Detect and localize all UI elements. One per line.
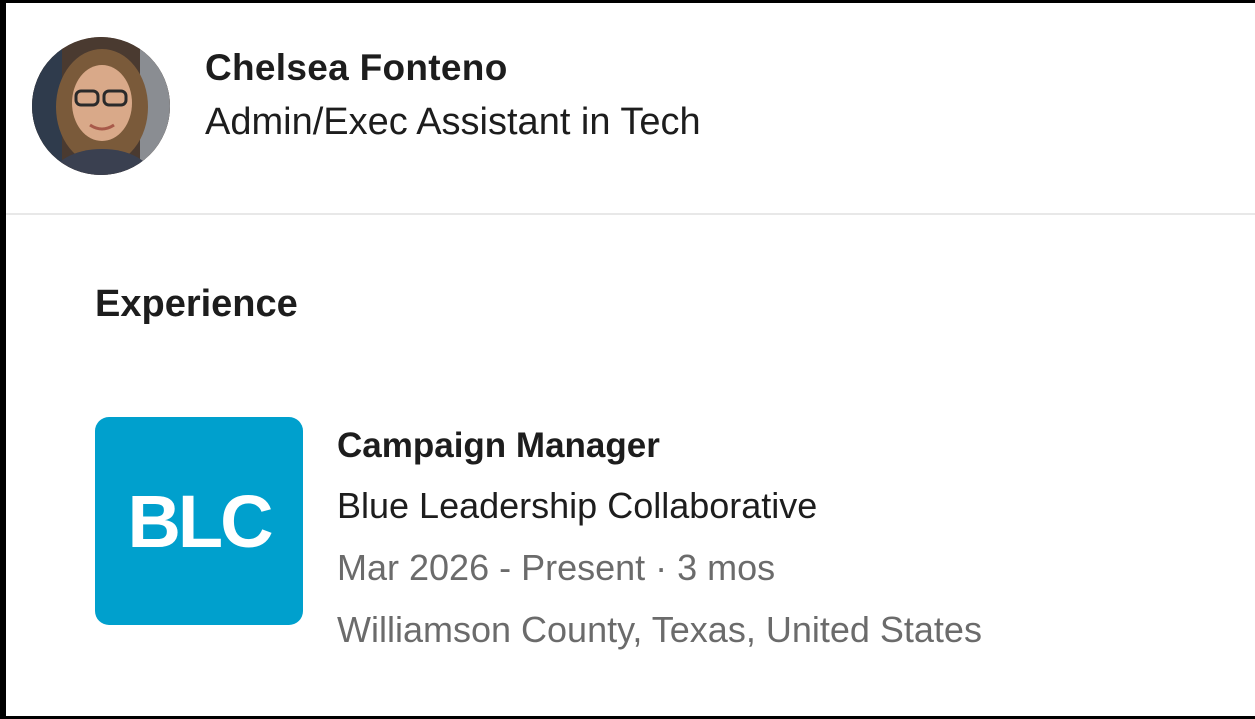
avatar-photo [32,37,170,175]
company-logo[interactable]: BLC [95,417,303,625]
experience-job-title: Campaign Manager [337,426,660,465]
experience-section-title: Experience [95,283,298,325]
profile-name[interactable]: Chelsea Fonteno [205,47,508,89]
avatar[interactable] [32,37,170,175]
experience-company-name[interactable]: Blue Leadership Collaborative [337,485,817,527]
experience-location: Williamson County, Texas, United States [337,609,982,650]
profile-card: Chelsea Fonteno Admin/Exec Assistant in … [0,0,1255,719]
experience-dates: Mar 2026 - Present · 3 mos [337,547,776,588]
profile-headline: Admin/Exec Assistant in Tech [205,101,701,143]
company-logo-text: BLC [127,479,273,563]
profile-header: Chelsea Fonteno Admin/Exec Assistant in … [6,3,1255,215]
